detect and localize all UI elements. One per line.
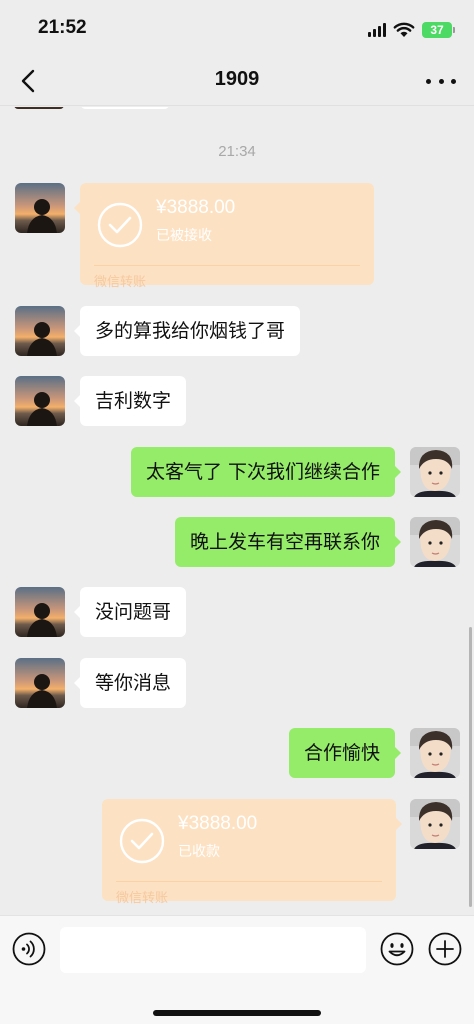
cellular-signal-icon	[368, 23, 386, 37]
contact-avatar[interactable]	[15, 306, 65, 356]
status-time: 21:52	[38, 17, 87, 38]
battery-level: 37	[430, 23, 444, 37]
avatar	[14, 107, 64, 109]
message-bubble[interactable]: 吉利数字	[73, 376, 187, 426]
transfer-card[interactable]: ¥3888.00 已被接收 微信转账	[74, 183, 374, 290]
my-avatar[interactable]	[410, 799, 460, 849]
home-indicator[interactable]	[153, 1010, 321, 1016]
message-timestamp: 21:34	[218, 143, 256, 160]
transfer-card[interactable]: ¥3888.00 已收款 微信转账	[102, 799, 402, 906]
contact-avatar[interactable]	[15, 376, 65, 426]
chat-title: 1909	[214, 68, 260, 90]
message-bubble[interactable]: 晚上发车有空再联系你	[174, 517, 402, 567]
my-avatar[interactable]	[410, 517, 460, 567]
input-bar	[0, 915, 474, 1024]
chat-message-list[interactable]: 21:34 ¥3888.00 已被接收 微信转账 多的算我给你烟钱了哥 吉利数字…	[0, 107, 474, 915]
message-bubble[interactable]: 等你消息	[73, 658, 187, 708]
plus-icon[interactable]	[428, 932, 462, 966]
contact-avatar[interactable]	[15, 587, 65, 637]
message-bubble[interactable]: 没问题哥	[73, 587, 187, 637]
transfer-status: 已被接收	[156, 228, 212, 244]
divider	[94, 265, 360, 266]
scrollbar[interactable]	[469, 627, 472, 907]
divider	[116, 881, 382, 882]
contact-avatar[interactable]	[15, 183, 65, 233]
transfer-label: 微信转账	[116, 891, 169, 906]
message-bubble[interactable]: 合作愉快	[288, 728, 402, 778]
emoji-icon[interactable]	[380, 932, 414, 966]
wifi-icon	[393, 22, 415, 37]
battery-icon: 37	[422, 22, 455, 38]
message-bubble	[80, 107, 170, 109]
status-icons: 37	[368, 20, 455, 40]
transfer-label: 微信转账	[94, 275, 147, 290]
message-bubble[interactable]: 太客气了 下次我们继续合作	[130, 447, 402, 497]
transfer-amount: ¥3888.00	[178, 813, 258, 834]
transfer-status: 已收款	[178, 844, 220, 860]
my-avatar[interactable]	[410, 447, 460, 497]
message-input[interactable]	[60, 927, 366, 973]
voice-icon[interactable]	[12, 932, 46, 966]
status-bar: 21:52 37	[0, 0, 474, 56]
check-circle-icon	[97, 202, 143, 248]
contact-avatar[interactable]	[15, 658, 65, 708]
check-circle-icon	[119, 818, 165, 864]
chat-header: 1909	[0, 56, 474, 106]
more-dots-icon[interactable]	[426, 68, 456, 94]
transfer-amount: ¥3888.00	[156, 197, 236, 218]
my-avatar[interactable]	[410, 728, 460, 778]
message-bubble[interactable]: 多的算我给你烟钱了哥	[73, 306, 301, 356]
